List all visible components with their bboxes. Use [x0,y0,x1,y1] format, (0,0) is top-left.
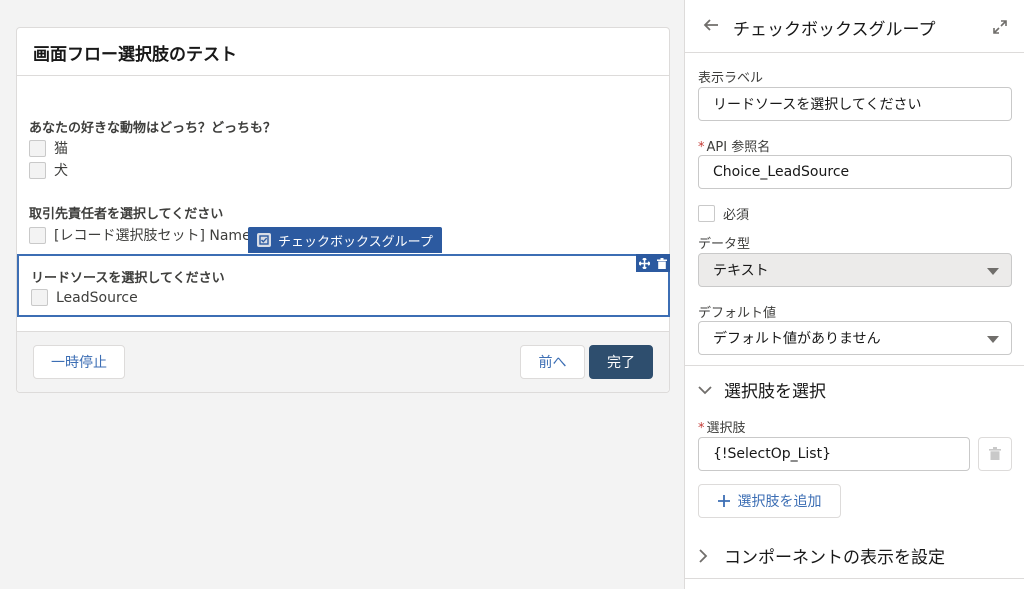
chevron-right-icon [698,548,716,563]
choice-resource-input[interactable]: {!SelectOp_List} [698,437,970,471]
display-label-input[interactable]: リードソースを選択してください [698,87,1012,121]
visibility-section-title: コンポーネントの表示を設定 [724,548,945,568]
default-value-label: デフォルト値 [698,306,777,321]
choice-label: * 選択肢 [698,417,746,436]
component-toolbar [636,254,670,272]
api-name-input[interactable]: Choice_LeadSource [698,155,1012,189]
default-value-value: デフォルト値がありません [713,331,881,347]
previous-button[interactable]: 前へ [520,345,585,379]
chevron-down-icon [987,336,999,343]
api-name-label-text: API 参照名 [706,140,771,155]
display-label-label: 表示ラベル [698,71,764,86]
screen-card: 画面フロー選択肢のテスト あなたの好きな動物はどっち？どっちも？ 猫 犬 取引先… [16,27,670,393]
contact-checkbox[interactable] [29,226,46,244]
dog-option-label: 犬 [54,163,68,179]
lead-source-choice: LeadSource [31,289,138,306]
required-label: 必須 [723,208,750,223]
section-divider [685,578,1024,579]
lead-source-checkbox[interactable] [31,289,48,306]
screen-title: 画面フロー選択肢のテスト [33,45,237,65]
contact-question-label[interactable]: 取引先責任者を選択してください [29,203,223,222]
delete-icon[interactable] [656,254,667,273]
trash-icon [989,445,1001,464]
component-type-tag: チェックボックスグループ [248,227,442,253]
visibility-section-header[interactable]: コンポーネントの表示を設定 [698,543,945,568]
required-field: 必須 [698,204,749,223]
required-star: * [698,140,705,155]
properties-panel: チェックボックスグループ 表示ラベル リードソースを選択してください * API … [684,0,1024,589]
contact-option-label: [レコード選択肢セット] Name [54,228,251,244]
expand-icon[interactable] [993,19,1007,38]
plus-icon [717,495,730,507]
checkbox-group-icon [257,233,271,247]
remove-choice-button[interactable] [978,437,1012,471]
required-star: * [698,421,705,436]
screen-footer: 一時停止 前へ 完了 [17,332,669,392]
choice-option-cat: 猫 [29,138,68,158]
lead-source-question-label: リードソースを選択してください [31,271,225,286]
selected-checkbox-group[interactable]: リードソースを選択してください LeadSource [17,254,670,317]
api-name-label: * API 参照名 [698,136,770,155]
finish-button[interactable]: 完了 [589,345,653,379]
choices-section-header[interactable]: 選択肢を選択 [698,377,826,402]
chevron-down-icon [698,385,716,395]
chevron-down-icon [987,268,999,275]
data-type-value: テキスト [713,263,769,279]
move-icon[interactable] [638,254,651,273]
add-choice-button[interactable]: 選択肢を追加 [698,484,841,518]
flow-canvas: 画面フロー選択肢のテスト あなたの好きな動物はどっち？どっちも？ 猫 犬 取引先… [0,0,684,589]
choice-label-text: 選択肢 [706,421,746,436]
required-checkbox[interactable] [698,205,715,222]
choices-section-title: 選択肢を選択 [724,382,826,402]
back-arrow-icon[interactable] [703,17,719,37]
animal-question-label[interactable]: あなたの好きな動物はどっち？どっちも？ [29,117,276,136]
add-choice-label: 選択肢を追加 [737,494,822,510]
contact-record-choice: [レコード選択肢セット] Name [29,225,251,245]
choice-option-dog: 犬 [29,160,68,180]
panel-header: チェックボックスグループ [685,0,1024,53]
title-divider [17,75,669,76]
component-type-label: チェックボックスグループ [278,234,433,250]
default-value-select[interactable]: デフォルト値がありません [698,321,1012,355]
section-divider [685,365,1024,366]
data-type-label: データ型 [698,237,751,252]
panel-title: チェックボックスグループ [733,20,936,40]
cat-checkbox[interactable] [29,139,46,157]
lead-source-option-label: LeadSource [56,289,138,306]
pause-button[interactable]: 一時停止 [33,345,125,379]
cat-option-label: 猫 [54,141,68,157]
dog-checkbox[interactable] [29,161,46,179]
data-type-select: テキスト [698,253,1012,287]
